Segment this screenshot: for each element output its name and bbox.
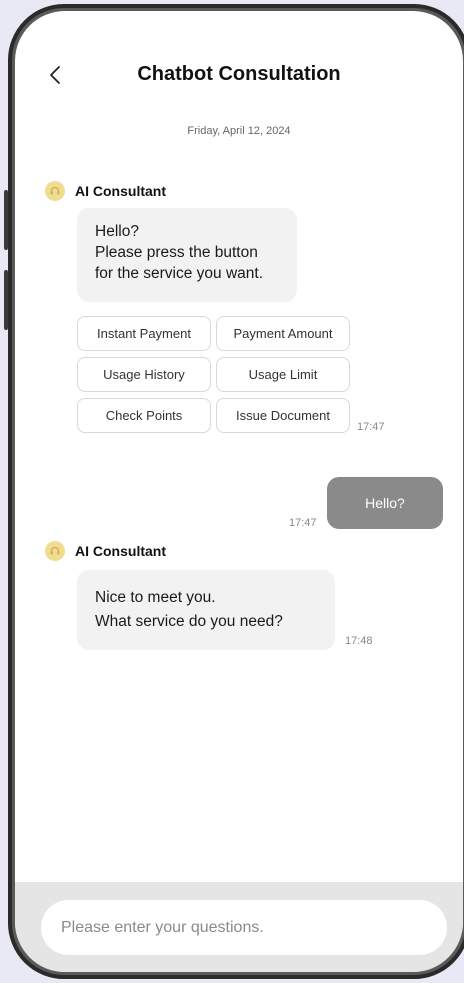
message-line: for the service you want.	[95, 265, 263, 282]
headset-icon	[45, 181, 65, 201]
header: Chatbot Consultation	[15, 59, 463, 95]
phone-frame: Chatbot Consultation Friday, April 12, 2…	[8, 4, 464, 979]
message-bubble: Nice to meet you. What service do you ne…	[77, 570, 335, 650]
input-bar	[15, 882, 463, 972]
message-line: What service do you need?	[95, 613, 283, 630]
sender-name: AI Consultant	[75, 543, 166, 559]
message-line: Nice to meet you.	[95, 589, 216, 606]
message-line: Hello?	[95, 223, 139, 240]
user-message-bubble: Hello?	[327, 477, 443, 529]
quick-reply-button[interactable]: Usage History	[77, 357, 211, 392]
sender-row: AI Consultant	[45, 179, 166, 203]
quick-reply-button[interactable]: Usage Limit	[216, 357, 350, 392]
sender-name: AI Consultant	[75, 183, 166, 199]
date-divider: Friday, April 12, 2024	[187, 125, 291, 137]
quick-reply-button[interactable]: Check Points	[77, 398, 211, 433]
message-time: 17:47	[357, 421, 385, 433]
headset-icon	[45, 541, 65, 561]
message-bubble: Hello? Please press the button for the s…	[77, 208, 297, 302]
message-line: Please press the button	[95, 244, 258, 261]
message-time: 17:48	[345, 635, 373, 647]
question-input[interactable]	[41, 900, 447, 955]
sender-row: AI Consultant	[45, 539, 166, 563]
quick-reply-button[interactable]: Issue Document	[216, 398, 350, 433]
quick-reply-button[interactable]: Payment Amount	[216, 316, 350, 351]
quick-reply-button[interactable]: Instant Payment	[77, 316, 211, 351]
message-time: 17:47	[289, 517, 317, 529]
page-title: Chatbot Consultation	[137, 63, 341, 85]
chat-screen: Chatbot Consultation Friday, April 12, 2…	[15, 11, 463, 972]
